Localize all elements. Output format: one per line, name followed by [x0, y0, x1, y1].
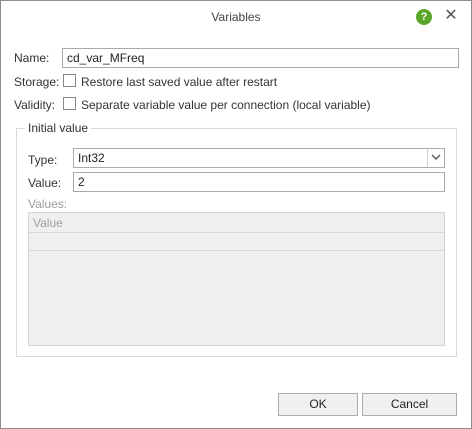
storage-checkbox[interactable] [63, 74, 76, 87]
validity-label: Validity: [14, 98, 56, 112]
values-label: Values: [28, 197, 68, 211]
title-bar[interactable]: Variables ? ✕ [1, 1, 471, 32]
initial-value-group-title: Initial value [25, 121, 92, 135]
variables-dialog: Variables ? ✕ Name: cd_var_MFreq Storage… [0, 0, 472, 429]
type-dropdown[interactable]: Int32 [73, 148, 445, 168]
cancel-button[interactable]: Cancel [362, 393, 457, 416]
values-grid[interactable]: Value [28, 212, 445, 346]
type-dropdown-value: Int32 [78, 151, 105, 165]
storage-option-label[interactable]: Restore last saved value after restart [81, 75, 277, 89]
close-icon[interactable]: ✕ [442, 7, 460, 25]
ok-button[interactable]: OK [278, 393, 358, 416]
table-row[interactable] [29, 233, 444, 251]
values-grid-column-value: Value [33, 216, 63, 230]
storage-label: Storage: [14, 75, 60, 89]
help-icon[interactable]: ? [416, 9, 432, 25]
value-label: Value: [28, 176, 62, 190]
validity-checkbox[interactable] [63, 97, 76, 110]
dialog-title: Variables [211, 10, 261, 24]
name-input[interactable]: cd_var_MFreq [62, 48, 459, 68]
values-grid-header[interactable]: Value [29, 213, 444, 233]
name-label: Name: [14, 51, 50, 65]
chevron-down-icon[interactable] [427, 149, 444, 167]
value-input[interactable]: 2 [73, 172, 445, 192]
validity-option-label[interactable]: Separate variable value per connection (… [81, 98, 371, 112]
type-label: Type: [28, 153, 58, 167]
